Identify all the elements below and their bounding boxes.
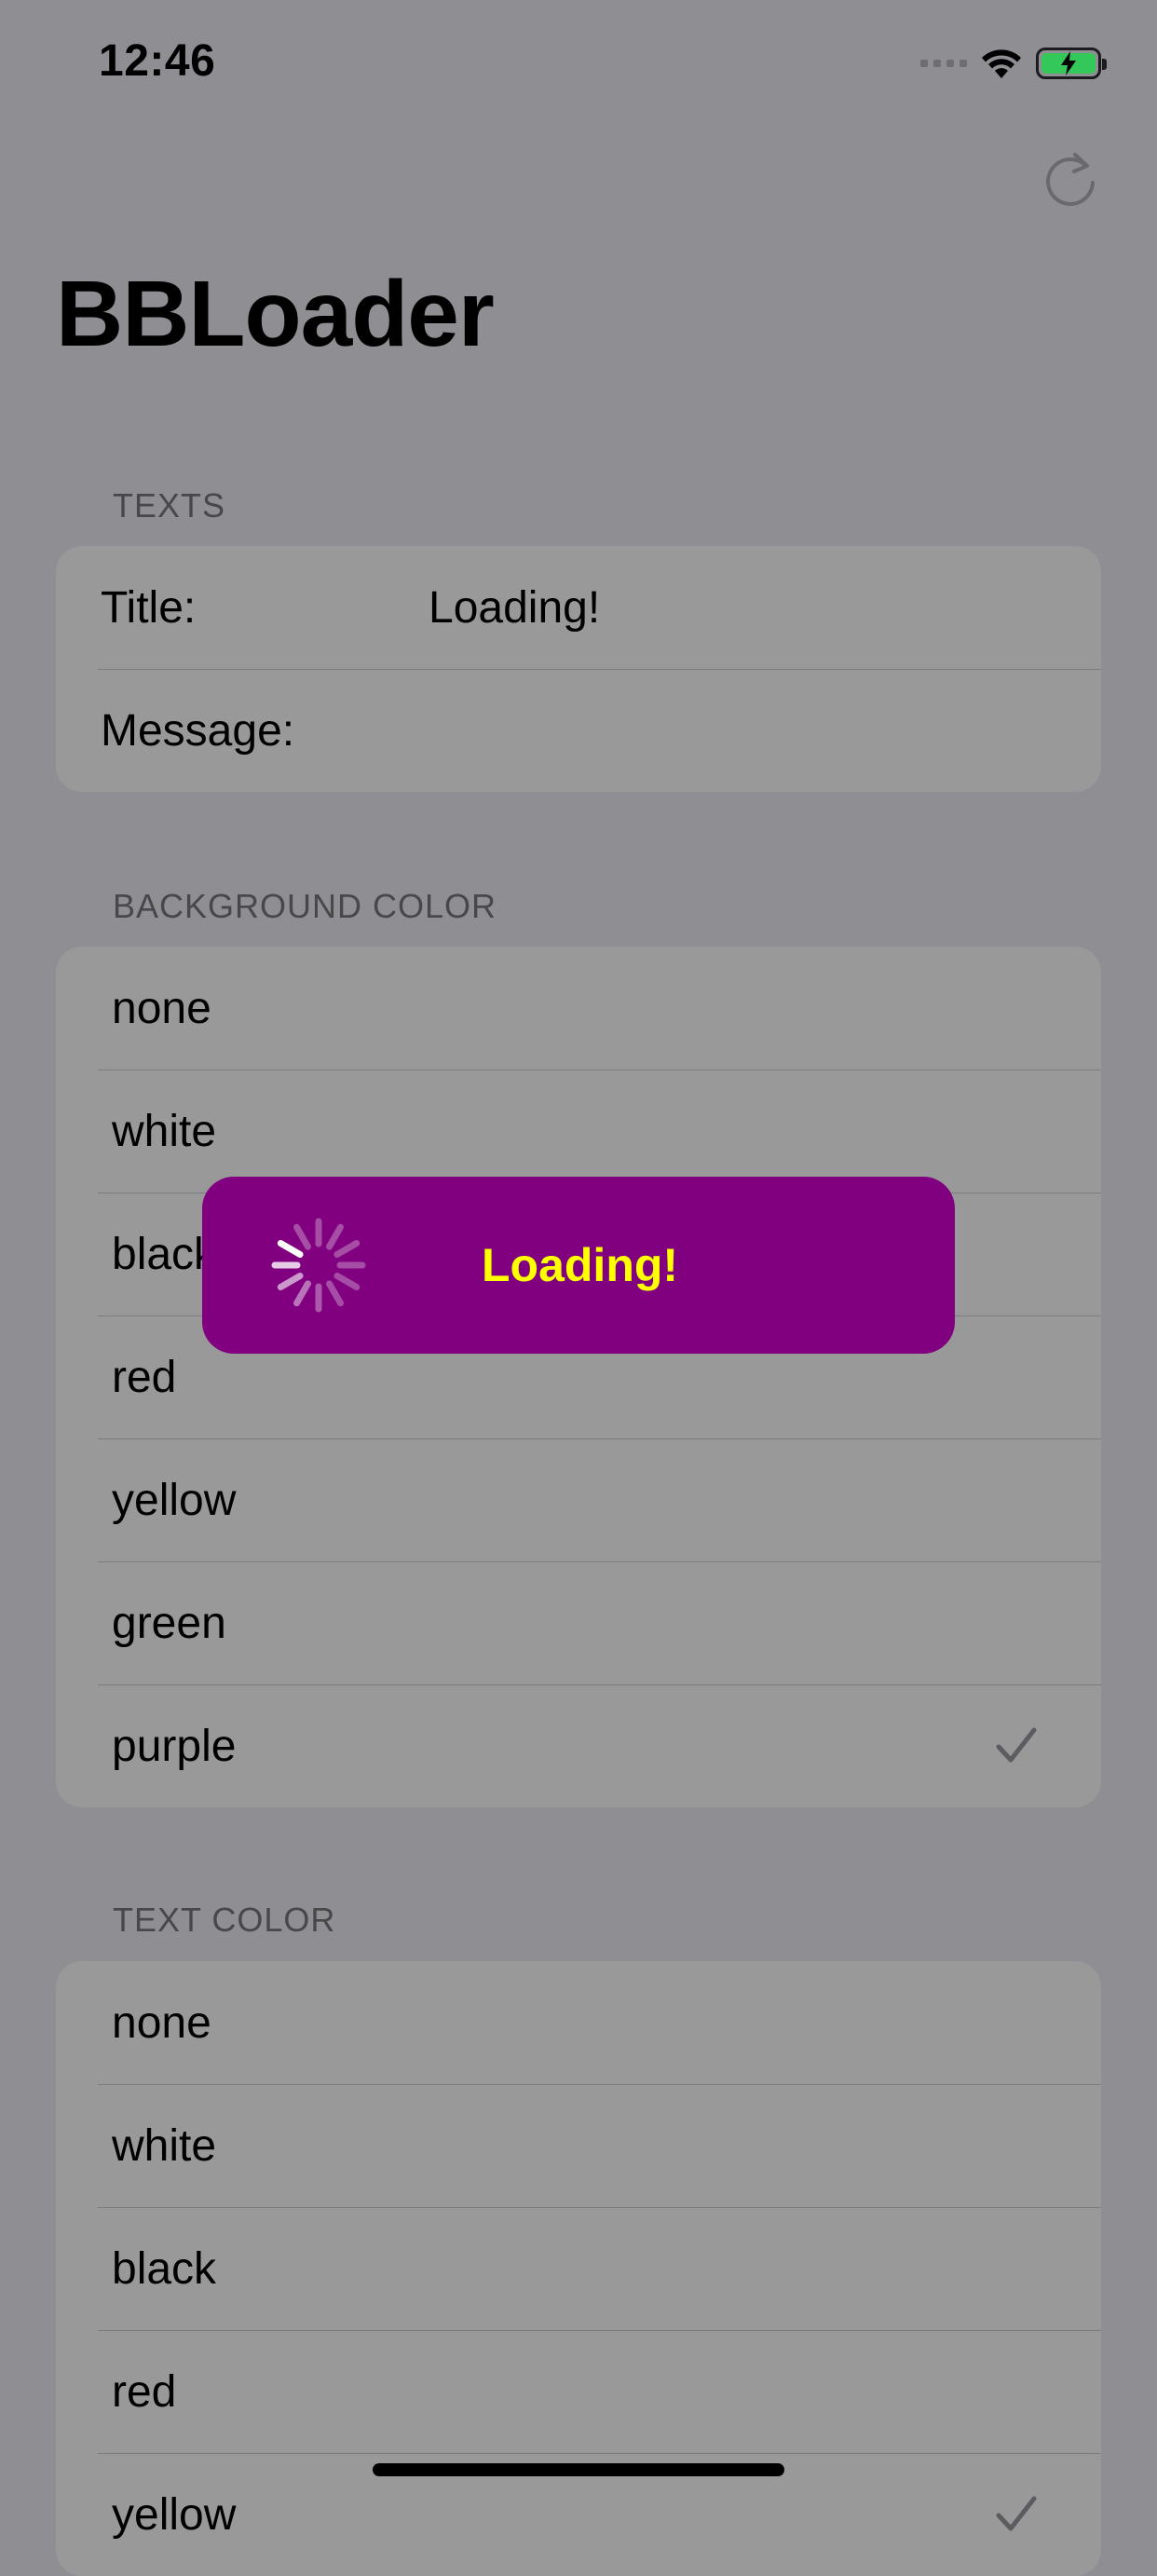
loader-hud: Loading! xyxy=(202,1177,955,1354)
home-indicator[interactable] xyxy=(373,2463,784,2476)
background-option-yellow[interactable]: yellow xyxy=(56,1438,1101,1561)
background-option-none[interactable]: none xyxy=(56,947,1101,1070)
option-label: white xyxy=(112,1106,217,1156)
title-label: Title: xyxy=(101,582,197,633)
option-label: black xyxy=(112,2243,217,2294)
option-label: green xyxy=(112,1598,226,1648)
cellular-signal-icon xyxy=(920,60,967,67)
option-label: purple xyxy=(112,1721,237,1771)
section-header-text-color: TEXT COLOR xyxy=(113,1901,336,1939)
text-color-option-none[interactable]: none xyxy=(56,1961,1101,2084)
option-label: red xyxy=(112,1352,177,1402)
option-label: white xyxy=(112,2120,217,2171)
refresh-icon[interactable] xyxy=(1040,149,1101,211)
section-header-background-color: BACKGROUND COLOR xyxy=(113,887,497,925)
title-field[interactable] xyxy=(427,580,1045,634)
text-color-group: none white black red yellow xyxy=(56,1961,1101,2576)
activity-spinner-icon xyxy=(271,1218,366,1313)
app-screen: 12:46 BBLoader TEXTS Title: Message: xyxy=(0,0,1157,2576)
checkmark-icon xyxy=(996,2496,1037,2531)
page-title: BBLoader xyxy=(56,262,495,366)
checkmark-icon xyxy=(996,1727,1037,1763)
text-color-option-white[interactable]: white xyxy=(56,2084,1101,2207)
option-label: red xyxy=(112,2366,177,2417)
status-indicators xyxy=(920,41,1107,86)
message-label: Message: xyxy=(101,705,295,756)
option-label: none xyxy=(112,983,211,1033)
text-color-option-black[interactable]: black xyxy=(56,2207,1101,2330)
message-row[interactable]: Message: xyxy=(56,669,1101,792)
title-row[interactable]: Title: xyxy=(56,546,1101,669)
wifi-icon xyxy=(982,49,1021,78)
message-field[interactable] xyxy=(427,703,1045,757)
option-label: black xyxy=(112,1229,217,1279)
loader-title: Loading! xyxy=(482,1239,679,1291)
background-option-white[interactable]: white xyxy=(56,1070,1101,1193)
background-color-group: none white black red yellow green purple xyxy=(56,947,1101,1807)
status-time: 12:46 xyxy=(99,36,216,86)
option-label: yellow xyxy=(112,1475,237,1525)
background-option-green[interactable]: green xyxy=(56,1561,1101,1684)
battery-icon xyxy=(1036,48,1107,79)
texts-group: Title: Message: xyxy=(56,546,1101,792)
option-label: none xyxy=(112,1997,211,2048)
section-header-texts: TEXTS xyxy=(113,486,226,525)
option-label: yellow xyxy=(112,2489,237,2540)
text-color-option-red[interactable]: red xyxy=(56,2330,1101,2453)
background-option-purple[interactable]: purple xyxy=(56,1684,1101,1807)
